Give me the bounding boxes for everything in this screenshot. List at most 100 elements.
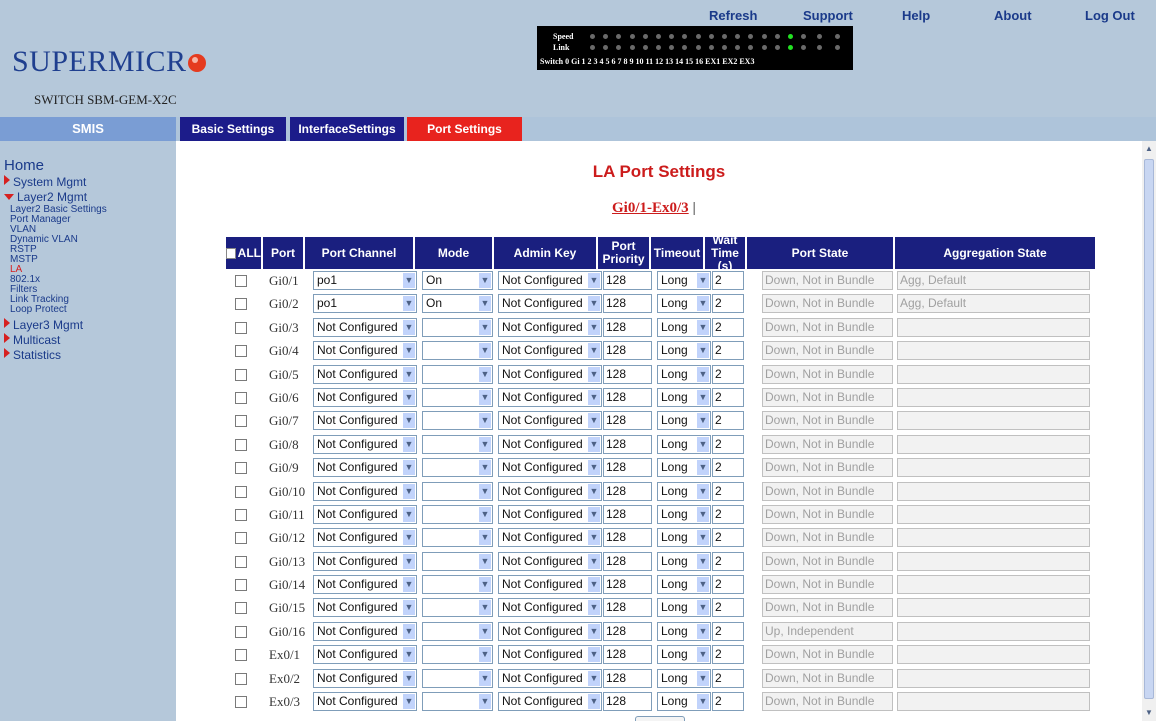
admin-key-select[interactable]: Not Configured ▼: [498, 668, 602, 688]
header-select-all[interactable]: ALL: [226, 237, 263, 269]
timeout-select[interactable]: Long ▼: [657, 621, 711, 641]
mode-select[interactable]: ▼: [422, 458, 493, 478]
mode-select[interactable]: ▼: [422, 575, 493, 595]
port-priority-input[interactable]: 128: [603, 551, 652, 571]
port-range-link[interactable]: Gi0/1-Ex0/3: [612, 200, 689, 216]
admin-key-select[interactable]: Not Configured ▼: [498, 364, 602, 384]
timeout-select[interactable]: Long ▼: [657, 528, 711, 548]
nav-multicast[interactable]: Multicast: [4, 333, 60, 347]
row-checkbox[interactable]: [235, 462, 247, 475]
nav-system-mgmt[interactable]: System Mgmt: [4, 175, 86, 189]
row-checkbox[interactable]: [235, 438, 247, 451]
wait-time-input[interactable]: 2: [712, 621, 744, 641]
mode-select[interactable]: On ▼: [422, 271, 493, 290]
timeout-select[interactable]: Long ▼: [657, 668, 711, 688]
port-channel-select[interactable]: Not Configured ▼: [313, 551, 417, 571]
port-priority-input[interactable]: 128: [603, 692, 652, 712]
nav-home[interactable]: Home: [4, 157, 44, 174]
tab-smis[interactable]: SMIS: [0, 117, 176, 141]
row-checkbox[interactable]: [235, 532, 247, 545]
port-channel-select[interactable]: Not Configured ▼: [313, 598, 417, 618]
refresh-link[interactable]: Refresh: [709, 8, 757, 23]
admin-key-select[interactable]: Not Configured ▼: [498, 434, 602, 454]
timeout-select[interactable]: Long ▼: [657, 645, 711, 665]
port-priority-input[interactable]: 128: [603, 528, 652, 548]
mode-select[interactable]: ▼: [422, 598, 493, 618]
row-checkbox[interactable]: [235, 345, 247, 358]
wait-time-input[interactable]: 2: [712, 364, 744, 384]
wait-time-input[interactable]: 2: [712, 551, 744, 571]
wait-time-input[interactable]: 2: [712, 481, 744, 501]
timeout-select[interactable]: Long ▼: [657, 317, 711, 337]
wait-time-input[interactable]: 2: [712, 645, 744, 665]
timeout-select[interactable]: Long ▼: [657, 434, 711, 454]
port-priority-input[interactable]: 128: [603, 341, 652, 361]
timeout-select[interactable]: Long ▼: [657, 271, 711, 290]
admin-key-select[interactable]: Not Configured ▼: [498, 317, 602, 337]
row-checkbox[interactable]: [235, 579, 247, 592]
port-channel-select[interactable]: Not Configured ▼: [313, 341, 417, 361]
row-checkbox[interactable]: [235, 298, 247, 311]
timeout-select[interactable]: Long ▼: [657, 575, 711, 595]
port-channel-select[interactable]: Not Configured ▼: [313, 411, 417, 431]
apply-button[interactable]: [635, 716, 685, 721]
mode-select[interactable]: ▼: [422, 528, 493, 548]
port-priority-input[interactable]: 128: [603, 411, 652, 431]
port-channel-select[interactable]: Not Configured ▼: [313, 364, 417, 384]
admin-key-select[interactable]: Not Configured ▼: [498, 271, 602, 290]
timeout-select[interactable]: Long ▼: [657, 504, 711, 524]
support-link[interactable]: Support: [803, 8, 853, 23]
select-all-checkbox[interactable]: [226, 247, 236, 259]
wait-time-input[interactable]: 2: [712, 294, 744, 314]
wait-time-input[interactable]: 2: [712, 598, 744, 618]
wait-time-input[interactable]: 2: [712, 668, 744, 688]
port-priority-input[interactable]: 128: [603, 271, 652, 290]
row-checkbox[interactable]: [235, 415, 247, 428]
mode-select[interactable]: ▼: [422, 317, 493, 337]
mode-select[interactable]: ▼: [422, 668, 493, 688]
port-channel-select[interactable]: Not Configured ▼: [313, 504, 417, 524]
wait-time-input[interactable]: 2: [712, 271, 744, 290]
mode-select[interactable]: ▼: [422, 551, 493, 571]
mode-select[interactable]: ▼: [422, 481, 493, 501]
admin-key-select[interactable]: Not Configured ▼: [498, 645, 602, 665]
mode-select[interactable]: ▼: [422, 411, 493, 431]
timeout-select[interactable]: Long ▼: [657, 458, 711, 478]
admin-key-select[interactable]: Not Configured ▼: [498, 504, 602, 524]
wait-time-input[interactable]: 2: [712, 434, 744, 454]
mode-select[interactable]: ▼: [422, 692, 493, 712]
port-channel-select[interactable]: Not Configured ▼: [313, 434, 417, 454]
port-priority-input[interactable]: 128: [603, 387, 652, 407]
port-channel-select[interactable]: Not Configured ▼: [313, 575, 417, 595]
port-priority-input[interactable]: 128: [603, 668, 652, 688]
admin-key-select[interactable]: Not Configured ▼: [498, 621, 602, 641]
port-channel-select[interactable]: po1 ▼: [313, 294, 417, 314]
nav-layer2-mgmt[interactable]: Layer2 Mgmt: [4, 190, 87, 204]
port-priority-input[interactable]: 128: [603, 621, 652, 641]
nav-layer3-mgmt[interactable]: Layer3 Mgmt: [4, 318, 83, 332]
row-checkbox[interactable]: [235, 696, 247, 709]
admin-key-select[interactable]: Not Configured ▼: [498, 598, 602, 618]
row-checkbox[interactable]: [235, 508, 247, 521]
nav-statistics[interactable]: Statistics: [4, 348, 61, 362]
mode-select[interactable]: On ▼: [422, 294, 493, 314]
admin-key-select[interactable]: Not Configured ▼: [498, 341, 602, 361]
admin-key-select[interactable]: Not Configured ▼: [498, 411, 602, 431]
wait-time-input[interactable]: 2: [712, 317, 744, 337]
port-channel-select[interactable]: Not Configured ▼: [313, 668, 417, 688]
mode-select[interactable]: ▼: [422, 621, 493, 641]
wait-time-input[interactable]: 2: [712, 341, 744, 361]
port-priority-input[interactable]: 128: [603, 434, 652, 454]
tab-port-settings[interactable]: Port Settings: [407, 117, 522, 141]
port-priority-input[interactable]: 128: [603, 364, 652, 384]
wait-time-input[interactable]: 2: [712, 528, 744, 548]
vertical-scrollbar[interactable]: ▲ ▼: [1142, 141, 1156, 721]
tab-interface-settings[interactable]: InterfaceSettings: [290, 117, 404, 141]
mode-select[interactable]: ▼: [422, 434, 493, 454]
port-channel-select[interactable]: Not Configured ▼: [313, 458, 417, 478]
row-checkbox[interactable]: [235, 485, 247, 498]
admin-key-select[interactable]: Not Configured ▼: [498, 528, 602, 548]
admin-key-select[interactable]: Not Configured ▼: [498, 294, 602, 314]
admin-key-select[interactable]: Not Configured ▼: [498, 551, 602, 571]
timeout-select[interactable]: Long ▼: [657, 598, 711, 618]
